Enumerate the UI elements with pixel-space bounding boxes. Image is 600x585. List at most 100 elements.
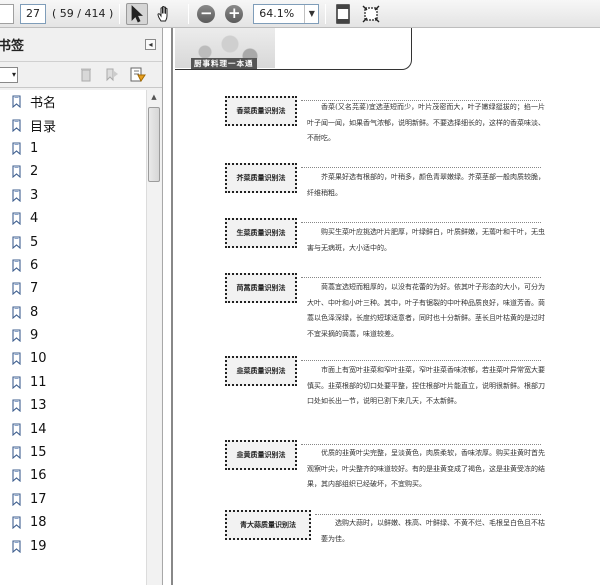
bookmark-item[interactable]: 目录 [0, 113, 146, 136]
bookmarks-scrollbar[interactable]: ▲ [146, 90, 161, 585]
bookmark-icon [12, 469, 21, 483]
section-text: 茼蒿宜选短而粗厚的，以没有花蕾的为好。依其叶子形态的大小，可分为大叶、中叶和小叶… [307, 283, 545, 338]
zoom-out-button[interactable]: − [195, 3, 217, 25]
bookmarks-panel: 书签 ◂ ▾ 书名目录 1 2 3 4 5 6 7 8 9 10 11 13 14 15 16 17 18 19 ▲ [0, 28, 163, 585]
bookmark-item[interactable]: 15 [0, 441, 146, 464]
bookmark-item[interactable]: 10 [0, 347, 146, 370]
bookmark-icon [12, 282, 21, 296]
toolbar-separator [188, 3, 190, 24]
page-edge [171, 28, 173, 585]
scroll-up-arrow-icon[interactable]: ▲ [147, 90, 161, 105]
document-view[interactable]: 厨事料理一本通 香菜质量识别法 香菜(又名芫荽)宜选茎短而少，叶片茂密而大，叶子嫩… [163, 28, 600, 585]
bookmark-item[interactable]: 14 [0, 417, 146, 440]
cursor-arrow-icon [131, 4, 144, 23]
chevron-down-icon[interactable]: ▼ [304, 4, 318, 23]
bookmark-item[interactable]: 3 [0, 184, 146, 207]
select-tool-button[interactable] [126, 2, 149, 25]
expand-bookmark-icon[interactable] [130, 67, 146, 83]
fit-width-icon [362, 5, 380, 22]
bookmark-icon [12, 540, 21, 553]
bookmark-icon [12, 142, 21, 155]
hand-icon [157, 5, 168, 21]
zoom-in-button[interactable]: + [223, 3, 245, 25]
document-section: 芥菜质量识别法 芥菜果好选有根部的，叶稍多，颜色青翠嫩绿。芥菜茎部一般肉质较脆，纤… [225, 163, 545, 214]
bookmark-label: 18 [30, 515, 47, 531]
bookmark-item[interactable]: 2 [0, 160, 146, 183]
bookmarks-panel-header: 书签 ◂ [0, 28, 162, 62]
section-label: 韭黄质量识别法 [225, 440, 297, 470]
bookmark-icon [12, 352, 21, 366]
options-menu-button[interactable]: ▾ [0, 66, 18, 83]
toolbar-overflow-button[interactable] [0, 3, 14, 24]
page-header-title: 厨事料理一本通 [191, 58, 257, 69]
section-divider [315, 514, 541, 515]
bookmark-label: 10 [30, 351, 47, 367]
section-label: 韭菜质量识别法 [225, 356, 297, 386]
hand-tool-button[interactable] [154, 3, 176, 25]
bookmark-list: 书名目录 1 2 3 4 5 6 7 8 9 10 11 13 14 15 16 17 18 19 [0, 90, 146, 585]
bookmark-label: 8 [30, 304, 39, 320]
bookmark-item[interactable]: 5 [0, 230, 146, 253]
fit-page-icon [336, 3, 350, 24]
bookmark-label: 6 [30, 257, 39, 273]
bookmark-label: 书名 [30, 96, 57, 112]
section-text: 芥菜果好选有根部的，叶稍多，颜色青翠嫩绿。芥菜茎部一般肉质较脆，纤维稍粗。 [307, 173, 545, 197]
section-text: 市面上有宽叶韭菜和窄叶韭菜，窄叶韭菜香味浓郁，若韭菜叶异常宽大要慎买。韭菜根部的… [307, 366, 545, 405]
scrollbar-thumb[interactable] [148, 107, 160, 182]
bookmark-item[interactable]: 16 [0, 464, 146, 487]
minus-icon: − [197, 4, 216, 23]
bookmark-label: 7 [30, 281, 39, 297]
section-label: 茼蒿质量识别法 [225, 273, 297, 303]
bookmark-label: 11 [30, 374, 47, 390]
bookmark-label: 3 [30, 187, 39, 203]
bookmark-item[interactable]: 11 [0, 371, 146, 394]
collapse-panel-icon[interactable]: ◂ [145, 39, 156, 50]
bookmark-icon [12, 189, 21, 202]
section-text: 购买生菜叶应挑选叶片肥厚，叶绿鲜白，叶质鲜嫩，无蔫叶和干叶，无虫害与无病斑，大小… [307, 228, 545, 252]
bookmark-item[interactable]: 6 [0, 254, 146, 277]
section-text: 香菜(又名芫荽)宜选茎短而少，叶片茂密而大，叶子嫩绿挺拔的；掐一片叶子闻一闻，如… [307, 103, 545, 142]
bookmark-item[interactable]: 书名 [0, 90, 146, 113]
bookmark-item[interactable]: 7 [0, 277, 146, 300]
bookmark-icon [12, 329, 21, 343]
section-label: 青大蒜质量识别法 [225, 510, 311, 540]
bookmark-item[interactable]: 1 [0, 137, 146, 160]
bookmark-label: 目录 [30, 119, 57, 135]
delete-bookmark-icon[interactable] [78, 67, 94, 83]
bookmark-label: 16 [30, 468, 47, 484]
bookmark-label: 14 [30, 421, 47, 437]
bookmarks-panel-title: 书签 [0, 39, 25, 54]
bookmark-label: 4 [30, 211, 39, 227]
section-label: 香菜质量识别法 [225, 96, 297, 126]
bookmark-icon [12, 259, 21, 272]
bookmark-icon [12, 376, 21, 389]
section-divider [301, 360, 541, 361]
bookmark-item[interactable]: 18 [0, 511, 146, 534]
bookmark-icon [12, 399, 21, 413]
bookmark-item[interactable]: 4 [0, 207, 146, 230]
toolbar-separator [119, 3, 121, 24]
bookmark-icon [12, 235, 21, 249]
section-divider [301, 167, 541, 168]
bookmark-item[interactable]: 9 [0, 324, 146, 347]
zoom-select[interactable]: 64.1% ▼ [253, 3, 320, 24]
bookmark-label: 19 [30, 538, 47, 554]
bookmark-item[interactable]: 17 [0, 488, 146, 511]
bookmark-label: 15 [30, 445, 47, 461]
bookmark-item[interactable]: 19 [0, 534, 146, 557]
bookmark-item[interactable]: 13 [0, 394, 146, 417]
page-count: ( 59 / 414 ) [52, 7, 114, 20]
bookmark-item[interactable]: 8 [0, 301, 146, 324]
bookmark-label: 2 [30, 164, 39, 180]
fit-width-button[interactable] [360, 3, 382, 25]
new-bookmark-icon[interactable] [104, 67, 120, 83]
plus-icon: + [225, 4, 244, 23]
section-label: 芥菜质量识别法 [225, 163, 297, 193]
bookmark-icon [12, 165, 21, 179]
bookmark-icon [12, 446, 21, 460]
page-number-input[interactable]: 27 [20, 3, 46, 24]
bookmarks-toolbar: ▾ [0, 62, 162, 88]
bookmark-label: 17 [30, 491, 47, 507]
section-divider [301, 222, 541, 223]
fit-page-button[interactable] [332, 3, 354, 25]
